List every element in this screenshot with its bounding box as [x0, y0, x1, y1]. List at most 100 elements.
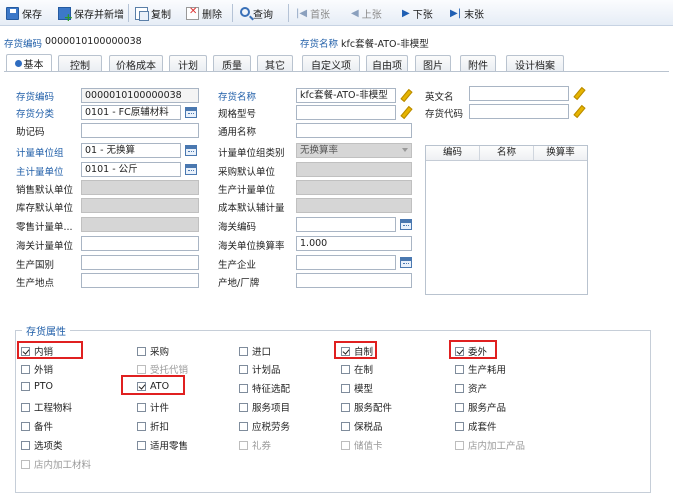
unit-group-type-select[interactable]: 无换算率: [296, 143, 412, 158]
main-unit-field[interactable]: 0101 - 公斤: [81, 162, 181, 177]
tab-attachments[interactable]: 附件: [460, 55, 496, 72]
production-unit-field[interactable]: [296, 180, 412, 195]
tab-plan[interactable]: 计划: [169, 55, 207, 72]
checkbox-kit[interactable]: 成套件: [455, 419, 497, 433]
origin-country-field[interactable]: [81, 255, 199, 270]
checkbox-box[interactable]: [137, 402, 146, 412]
edit-pencil-icon[interactable]: [400, 89, 412, 101]
checkbox-box[interactable]: [21, 364, 30, 374]
mnemonic-code-field[interactable]: [81, 123, 199, 138]
checkbox-gift-voucher[interactable]: 礼券: [239, 438, 271, 452]
last-button[interactable]: ▶| 末张: [450, 4, 484, 22]
delete-button[interactable]: 删除: [186, 4, 222, 22]
cost-default-unit-field[interactable]: [296, 198, 412, 213]
prev-button[interactable]: ◀ 上张: [351, 4, 382, 22]
checkbox-asset[interactable]: 资产: [455, 381, 487, 395]
column-header-code[interactable]: 编码: [426, 146, 480, 160]
common-name-field[interactable]: [296, 123, 412, 138]
checkbox-pto[interactable]: PTO: [21, 381, 53, 392]
checkbox-box[interactable]: [341, 421, 350, 431]
query-button[interactable]: 查询: [240, 4, 273, 22]
tab-other[interactable]: 其它: [257, 55, 293, 72]
edit-pencil-icon[interactable]: [573, 87, 585, 99]
checkbox-box[interactable]: [137, 421, 146, 431]
column-header-rate[interactable]: 换算率: [534, 146, 587, 160]
checkbox-service-item[interactable]: 服务项目: [239, 400, 290, 414]
checkbox-bonded-item[interactable]: 保税品: [341, 419, 383, 433]
checkbox-box[interactable]: [341, 440, 350, 450]
checkbox-stored-value-card[interactable]: 储值卡: [341, 438, 383, 452]
tab-price-cost[interactable]: 价格成本: [109, 55, 163, 72]
checkbox-in-store-product[interactable]: 店内加工产品: [455, 438, 525, 452]
checkbox-box[interactable]: [341, 402, 350, 412]
checkbox-box[interactable]: [21, 440, 30, 450]
save-add-button[interactable]: 保存并新增: [58, 4, 124, 24]
checkbox-discount[interactable]: 折扣: [137, 419, 169, 433]
reference-lookup-icon[interactable]: [185, 164, 197, 175]
checkbox-box[interactable]: [21, 421, 30, 431]
customs-rate-field[interactable]: 1.000: [296, 236, 412, 251]
checkbox-box[interactable]: [137, 440, 146, 450]
checkbox-box[interactable]: [239, 346, 248, 356]
save-button[interactable]: 保存: [6, 4, 42, 22]
checkbox-service-product[interactable]: 服务产品: [455, 400, 506, 414]
checkbox-box[interactable]: [239, 383, 248, 393]
checkbox-box[interactable]: [239, 364, 248, 374]
first-button[interactable]: |◀ 首张: [296, 4, 330, 22]
inventory-category-field[interactable]: 0101 - FC原辅材料: [81, 105, 181, 120]
checkbox-box[interactable]: [455, 383, 464, 393]
checkbox-box[interactable]: [137, 346, 146, 356]
checkbox-production-consumption[interactable]: 生产耗用: [455, 362, 506, 376]
checkbox-box[interactable]: [21, 402, 30, 412]
checkbox-in-process[interactable]: 在制: [341, 362, 373, 376]
tab-free-items[interactable]: 自由项: [366, 55, 408, 72]
checkbox-box[interactable]: [239, 440, 248, 450]
checkbox-purchase[interactable]: 采购: [137, 344, 169, 358]
sales-default-unit-field[interactable]: [81, 180, 199, 195]
checkbox-engineering-material[interactable]: 工程物料: [21, 400, 72, 414]
reference-lookup-icon[interactable]: [400, 219, 412, 230]
checkbox-box[interactable]: [239, 421, 248, 431]
checkbox-in-store-material[interactable]: 店内加工材料: [21, 457, 91, 471]
edit-pencil-icon[interactable]: [400, 106, 412, 118]
copy-button[interactable]: 复制: [135, 4, 171, 22]
reference-lookup-icon[interactable]: [185, 107, 197, 118]
next-button[interactable]: ▶ 下张: [402, 4, 433, 22]
tab-design-files[interactable]: 设计档案: [506, 55, 564, 72]
customs-code-field[interactable]: [296, 217, 396, 232]
brand-field[interactable]: [296, 273, 412, 288]
english-name-field[interactable]: [469, 86, 569, 101]
spec-model-field[interactable]: [296, 105, 396, 120]
checkbox-box[interactable]: [455, 421, 464, 431]
stock-default-unit-field[interactable]: [81, 198, 199, 213]
column-header-name[interactable]: 名称: [480, 146, 534, 160]
checkbox-box[interactable]: [21, 382, 30, 391]
checkbox-import[interactable]: 进口: [239, 344, 271, 358]
reference-lookup-icon[interactable]: [185, 145, 197, 156]
checkbox-piece-rate[interactable]: 计件: [137, 400, 169, 414]
checkbox-retail-applicable[interactable]: 适用零售: [137, 438, 188, 452]
checkbox-box[interactable]: [239, 402, 248, 412]
unit-group-field[interactable]: 01 - 无换算: [81, 143, 181, 158]
retail-unit-field[interactable]: [81, 217, 199, 232]
checkbox-spare-part[interactable]: 备件: [21, 419, 53, 433]
inventory-name-field[interactable]: kfc套餐-ATO-非模型: [296, 88, 396, 103]
checkbox-box[interactable]: [455, 440, 464, 450]
production-place-field[interactable]: [81, 273, 199, 288]
customs-unit-field[interactable]: [81, 236, 199, 251]
edit-pencil-icon[interactable]: [573, 105, 585, 117]
checkbox-box[interactable]: [455, 364, 464, 374]
checkbox-model[interactable]: 模型: [341, 381, 373, 395]
checkbox-planned-item[interactable]: 计划品: [239, 362, 281, 376]
manufacturer-field[interactable]: [296, 255, 396, 270]
checkbox-box[interactable]: [455, 402, 464, 412]
tab-custom-items[interactable]: 自定义项: [302, 55, 360, 72]
checkbox-box[interactable]: [137, 364, 146, 374]
reference-lookup-icon[interactable]: [400, 257, 412, 268]
purchase-default-unit-field[interactable]: [296, 162, 412, 177]
checkbox-feature-config[interactable]: 特征选配: [239, 381, 290, 395]
inventory-alias-code-field[interactable]: [469, 104, 569, 119]
checkbox-export[interactable]: 外销: [21, 362, 53, 376]
tab-basic[interactable]: 基本: [6, 54, 52, 72]
checkbox-box[interactable]: [341, 383, 350, 393]
